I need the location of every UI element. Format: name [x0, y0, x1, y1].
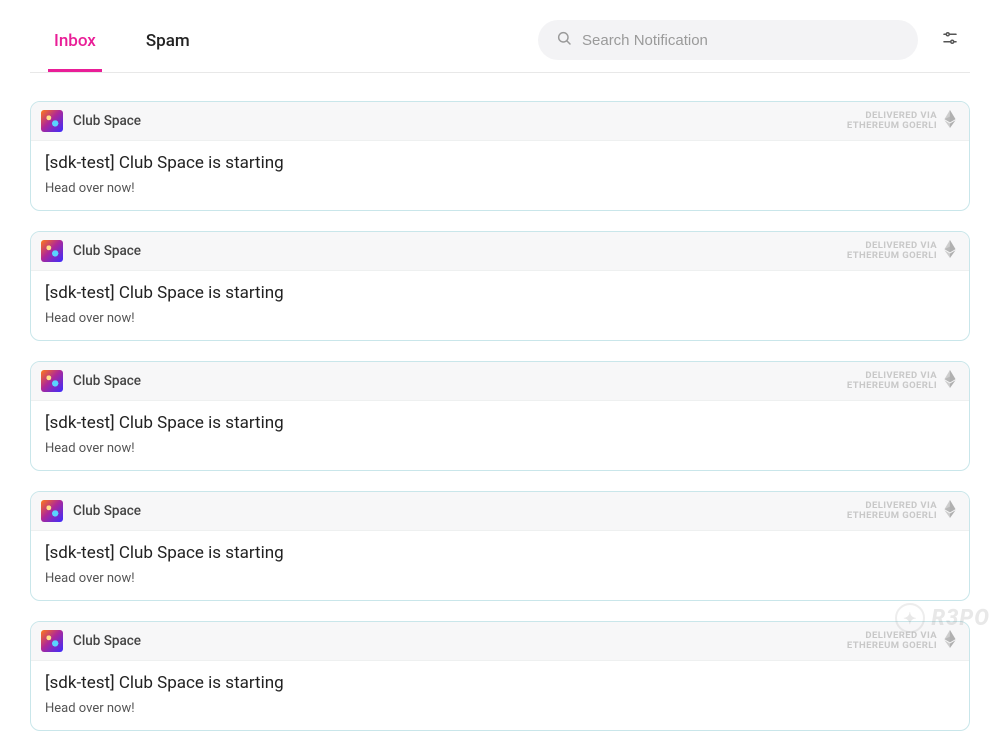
delivery-info: DELIVERED VIA ETHEREUM GOERLI [847, 110, 957, 132]
card-header: Club Space DELIVERED VIA ETHEREUM GOERLI [31, 232, 969, 271]
delivery-line2: ETHEREUM GOERLI [847, 381, 937, 391]
ethereum-icon [943, 110, 957, 132]
notification-title: [sdk-test] Club Space is starting [45, 673, 955, 693]
notification-list: Club Space DELIVERED VIA ETHEREUM GOERLI… [30, 73, 970, 731]
ethereum-icon [943, 500, 957, 522]
notification-card[interactable]: Club Space DELIVERED VIA ETHEREUM GOERLI… [30, 231, 970, 341]
card-header: Club Space DELIVERED VIA ETHEREUM GOERLI [31, 362, 969, 401]
delivery-info: DELIVERED VIA ETHEREUM GOERLI [847, 370, 957, 392]
ethereum-icon [943, 240, 957, 262]
ethereum-icon [943, 370, 957, 392]
notification-description: Head over now! [45, 701, 955, 716]
notification-description: Head over now! [45, 181, 955, 196]
notification-card[interactable]: Club Space DELIVERED VIA ETHEREUM GOERLI… [30, 101, 970, 211]
sender-avatar [41, 630, 63, 652]
card-header-left: Club Space [41, 630, 141, 652]
sender-name: Club Space [73, 633, 141, 649]
delivery-line2: ETHEREUM GOERLI [847, 121, 937, 131]
sender-avatar [41, 110, 63, 132]
delivery-info: DELIVERED VIA ETHEREUM GOERLI [847, 500, 957, 522]
delivery-line2: ETHEREUM GOERLI [847, 251, 937, 261]
notification-title: [sdk-test] Club Space is starting [45, 153, 955, 173]
search-icon [556, 30, 572, 50]
card-header-left: Club Space [41, 110, 141, 132]
notification-card[interactable]: Club Space DELIVERED VIA ETHEREUM GOERLI… [30, 491, 970, 601]
delivery-line2: ETHEREUM GOERLI [847, 641, 937, 651]
sender-name: Club Space [73, 113, 141, 129]
sender-avatar [41, 240, 63, 262]
card-header: Club Space DELIVERED VIA ETHEREUM GOERLI [31, 102, 969, 141]
tab-spam[interactable]: Spam [140, 21, 196, 72]
card-body: [sdk-test] Club Space is starting Head o… [31, 401, 969, 470]
sender-avatar [41, 500, 63, 522]
tab-inbox[interactable]: Inbox [48, 21, 102, 72]
card-header: Club Space DELIVERED VIA ETHEREUM GOERLI [31, 622, 969, 661]
card-header-left: Club Space [41, 240, 141, 262]
delivery-info: DELIVERED VIA ETHEREUM GOERLI [847, 240, 957, 262]
header-row: Inbox Spam [30, 0, 970, 73]
card-body: [sdk-test] Club Space is starting Head o… [31, 531, 969, 600]
tabs: Inbox Spam [30, 21, 196, 71]
watermark: ✦ R3PO [895, 603, 990, 633]
notification-description: Head over now! [45, 571, 955, 586]
delivery-line2: ETHEREUM GOERLI [847, 511, 937, 521]
search-wrap [538, 20, 970, 60]
notification-title: [sdk-test] Club Space is starting [45, 543, 955, 563]
notification-title: [sdk-test] Club Space is starting [45, 283, 955, 303]
notification-description: Head over now! [45, 311, 955, 326]
sliders-icon [941, 29, 959, 51]
notification-description: Head over now! [45, 441, 955, 456]
notification-card[interactable]: Club Space DELIVERED VIA ETHEREUM GOERLI… [30, 621, 970, 731]
sender-name: Club Space [73, 373, 141, 389]
notification-title: [sdk-test] Club Space is starting [45, 413, 955, 433]
card-header-left: Club Space [41, 500, 141, 522]
card-body: [sdk-test] Club Space is starting Head o… [31, 271, 969, 340]
notification-card[interactable]: Club Space DELIVERED VIA ETHEREUM GOERLI… [30, 361, 970, 471]
search-box[interactable] [538, 20, 918, 60]
ethereum-icon [943, 630, 957, 652]
sender-avatar [41, 370, 63, 392]
sender-name: Club Space [73, 503, 141, 519]
card-body: [sdk-test] Club Space is starting Head o… [31, 661, 969, 730]
delivery-info: DELIVERED VIA ETHEREUM GOERLI [847, 630, 957, 652]
card-body: [sdk-test] Club Space is starting Head o… [31, 141, 969, 210]
sender-name: Club Space [73, 243, 141, 259]
card-header-left: Club Space [41, 370, 141, 392]
search-input[interactable] [582, 32, 900, 49]
filter-button[interactable] [930, 20, 970, 60]
card-header: Club Space DELIVERED VIA ETHEREUM GOERLI [31, 492, 969, 531]
